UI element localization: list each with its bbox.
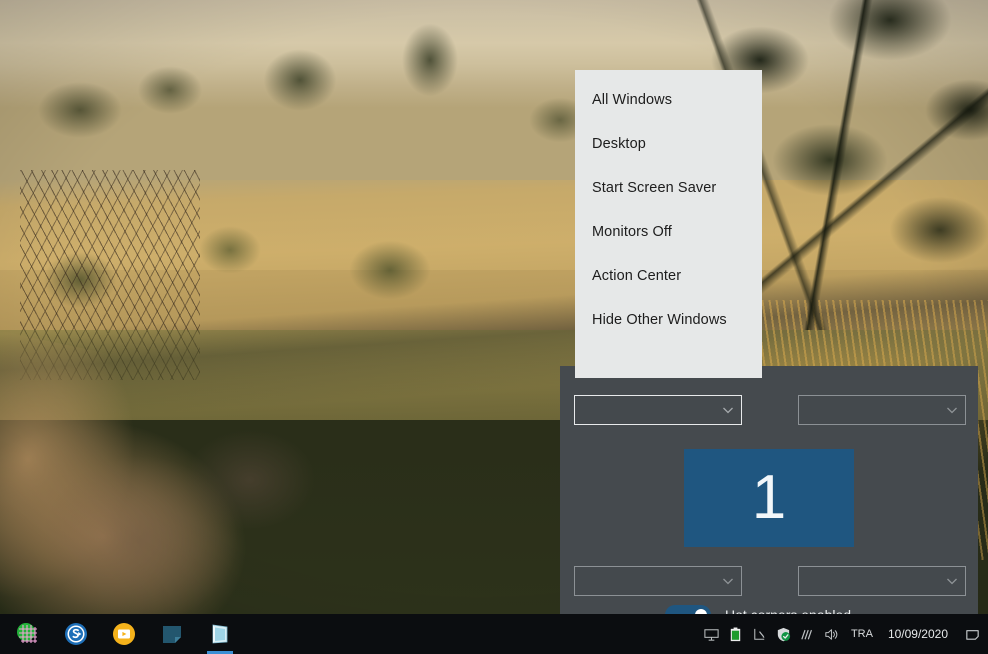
display-icon[interactable] <box>700 614 724 654</box>
wifi-icon <box>801 629 813 639</box>
pen-icon[interactable] <box>748 614 772 654</box>
shield-check-icon <box>778 627 791 641</box>
volume-icon[interactable] <box>820 614 844 654</box>
monitor-selector-tile[interactable]: 1 <box>684 449 854 547</box>
menu-item-label: Desktop <box>592 136 646 152</box>
taskbar: TRA 10/09/2020 <box>0 614 988 654</box>
stylus-icon <box>754 628 766 640</box>
system-tray: TRA 10/09/2020 <box>700 614 988 654</box>
action-center-icon <box>965 629 979 640</box>
chevron-down-icon <box>721 403 735 417</box>
blue-s-circle-icon <box>65 623 87 645</box>
hot-corner-context-menu: All Windows Desktop Start Screen Saver M… <box>575 70 762 378</box>
chevron-down-icon <box>945 403 959 417</box>
battery-green-icon <box>731 627 741 641</box>
menu-item-label: Action Center <box>592 268 682 284</box>
network-icon[interactable] <box>796 614 820 654</box>
menu-item-label: Hide Other Windows <box>592 312 727 328</box>
taskbar-app-list <box>0 614 244 654</box>
menu-item-monitors-off[interactable]: Monitors Off <box>575 210 762 254</box>
battery-icon[interactable] <box>724 614 748 654</box>
bottom-left-corner-dropdown[interactable] <box>574 566 742 596</box>
top-left-corner-dropdown[interactable] <box>574 395 742 425</box>
taskbar-app-player[interactable] <box>100 614 148 654</box>
monitor-number: 1 <box>751 463 787 532</box>
green-grid-icon <box>17 623 37 643</box>
speaker-icon <box>825 628 838 640</box>
language-indicator[interactable]: TRA <box>844 614 880 654</box>
taskbar-app-notepad[interactable] <box>196 614 244 654</box>
yellow-play-icon <box>113 623 135 645</box>
sticky-note-icon <box>163 626 181 643</box>
taskbar-app-snagit[interactable] <box>52 614 100 654</box>
clock-date[interactable]: 10/09/2020 <box>880 614 958 654</box>
chevron-down-icon <box>721 574 735 588</box>
menu-item-label: All Windows <box>592 92 673 108</box>
top-right-corner-dropdown[interactable] <box>798 395 966 425</box>
hot-corners-settings-panel: 1 Hot corners enabled <box>560 366 978 634</box>
menu-item-start-screen-saver[interactable]: Start Screen Saver <box>575 166 762 210</box>
bottom-right-corner-dropdown[interactable] <box>798 566 966 596</box>
action-center-button[interactable] <box>958 614 986 654</box>
menu-item-label: Start Screen Saver <box>592 180 717 196</box>
menu-item-label: Monitors Off <box>592 224 672 240</box>
menu-item-all-windows[interactable]: All Windows <box>575 78 762 122</box>
chevron-down-icon <box>945 574 959 588</box>
security-icon[interactable] <box>772 614 796 654</box>
menu-item-desktop[interactable]: Desktop <box>575 122 762 166</box>
taskbar-app-grid[interactable] <box>4 614 52 654</box>
taskbar-app-notes[interactable] <box>148 614 196 654</box>
menu-item-hide-other-windows[interactable]: Hide Other Windows <box>575 298 762 342</box>
menu-item-action-center[interactable]: Action Center <box>575 254 762 298</box>
monitor-icon <box>704 628 720 641</box>
notepad-icon <box>212 624 228 644</box>
